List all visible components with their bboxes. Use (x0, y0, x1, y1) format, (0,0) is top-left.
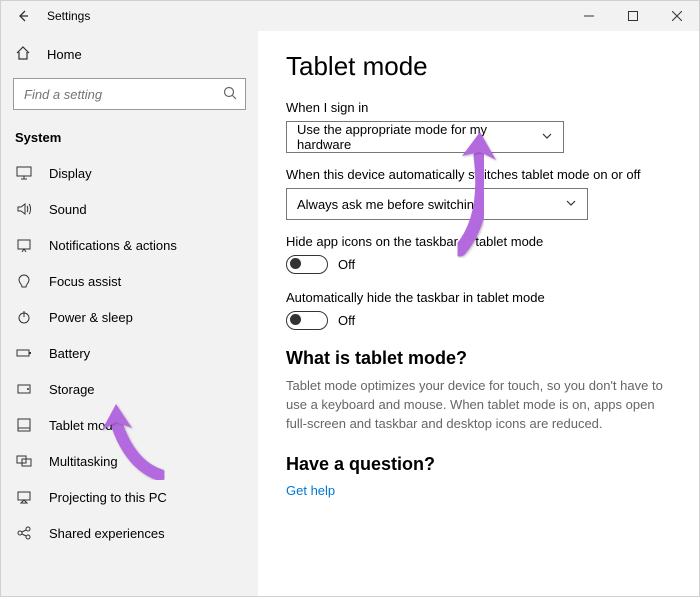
battery-icon (15, 345, 33, 361)
multitask-icon (15, 453, 33, 469)
sidebar-item-label: Notifications & actions (49, 238, 177, 253)
sidebar-item-tablet[interactable]: Tablet mode (1, 407, 258, 443)
sidebar-item-label: Multitasking (49, 454, 118, 469)
signin-dropdown-value: Use the appropriate mode for my hardware (297, 122, 541, 152)
sidebar-item-multitask[interactable]: Multitasking (1, 443, 258, 479)
storage-icon (15, 381, 33, 397)
sidebar-item-label: Tablet mode (49, 418, 120, 433)
shared-icon (15, 525, 33, 541)
back-button[interactable] (13, 6, 33, 26)
maximize-button[interactable] (611, 1, 655, 31)
auto-hide-label: Automatically hide the taskbar in tablet… (286, 290, 669, 305)
window-title: Settings (47, 9, 90, 23)
content-area: Tablet mode When I sign in Use the appro… (258, 31, 699, 596)
display-icon (15, 165, 33, 181)
minimize-button[interactable] (567, 1, 611, 31)
page-title: Tablet mode (286, 51, 669, 82)
sidebar-item-project[interactable]: Projecting to this PC (1, 479, 258, 515)
switch-dropdown[interactable]: Always ask me before switching (286, 188, 588, 220)
sidebar-item-label: Focus assist (49, 274, 121, 289)
home-nav-item[interactable]: Home (1, 37, 258, 72)
question-title: Have a question? (286, 454, 669, 475)
project-icon (15, 489, 33, 505)
sidebar-item-label: Storage (49, 382, 95, 397)
focus-icon (15, 273, 33, 289)
sidebar-item-label: Shared experiences (49, 526, 165, 541)
what-title: What is tablet mode? (286, 348, 669, 369)
sidebar-item-label: Projecting to this PC (49, 490, 167, 505)
switch-label: When this device automatically switches … (286, 167, 669, 182)
switch-dropdown-value: Always ask me before switching (297, 197, 481, 212)
hide-icons-value: Off (338, 257, 355, 272)
sidebar-item-label: Battery (49, 346, 90, 361)
what-desc: Tablet mode optimizes your device for to… (286, 377, 669, 434)
sidebar-item-shared[interactable]: Shared experiences (1, 515, 258, 551)
close-button[interactable] (655, 1, 699, 31)
auto-hide-value: Off (338, 313, 355, 328)
home-label: Home (47, 47, 82, 62)
auto-hide-toggle[interactable] (286, 311, 328, 330)
sidebar-item-battery[interactable]: Battery (1, 335, 258, 371)
sidebar-item-power[interactable]: Power & sleep (1, 299, 258, 335)
search-input[interactable] (13, 78, 246, 110)
signin-dropdown[interactable]: Use the appropriate mode for my hardware (286, 121, 564, 153)
sidebar-item-sound[interactable]: Sound (1, 191, 258, 227)
sound-icon (15, 201, 33, 217)
chevron-down-icon (565, 197, 577, 212)
chevron-down-icon (541, 130, 553, 145)
sidebar-item-label: Power & sleep (49, 310, 133, 325)
notifications-icon (15, 237, 33, 253)
sidebar-category: System (1, 120, 258, 155)
sidebar-item-label: Sound (49, 202, 87, 217)
hide-icons-toggle[interactable] (286, 255, 328, 274)
signin-label: When I sign in (286, 100, 669, 115)
power-icon (15, 309, 33, 325)
sidebar-item-display[interactable]: Display (1, 155, 258, 191)
tablet-icon (15, 417, 33, 433)
search-icon (222, 85, 238, 104)
sidebar-item-notifications[interactable]: Notifications & actions (1, 227, 258, 263)
sidebar-item-label: Display (49, 166, 92, 181)
sidebar-item-storage[interactable]: Storage (1, 371, 258, 407)
hide-icons-label: Hide app icons on the taskbar in tablet … (286, 234, 669, 249)
home-icon (15, 45, 31, 64)
get-help-link[interactable]: Get help (286, 483, 669, 498)
sidebar-item-focus[interactable]: Focus assist (1, 263, 258, 299)
title-bar: Settings (1, 1, 699, 31)
sidebar: Home System Display Sound Notifications & … (1, 31, 258, 596)
